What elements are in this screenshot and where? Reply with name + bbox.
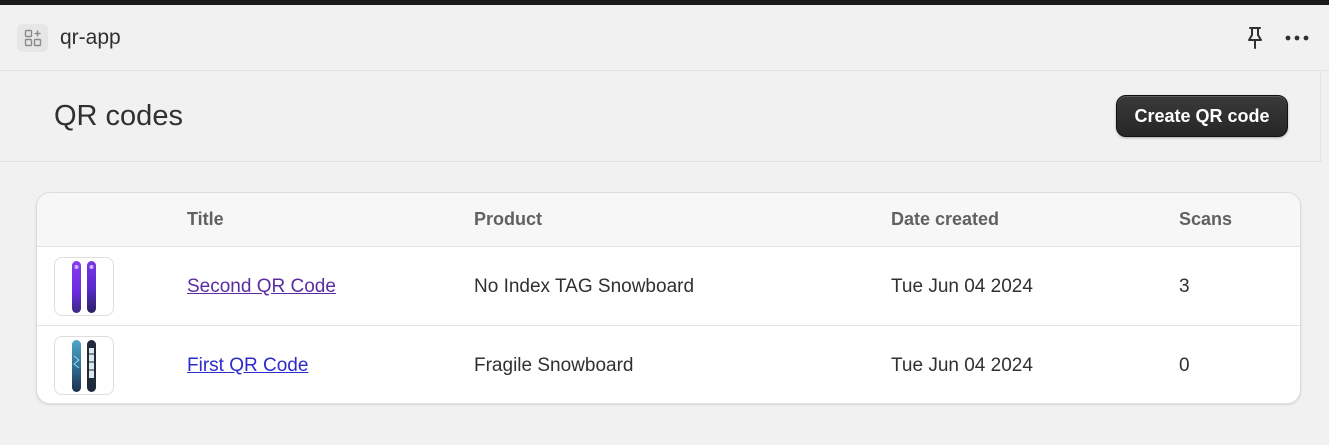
- snowboard-blue-thumbnail: [54, 336, 114, 395]
- more-horizontal-icon[interactable]: [1284, 26, 1310, 50]
- scan-count: 0: [1179, 355, 1190, 376]
- app-grid-icon[interactable]: [17, 24, 48, 52]
- qr-code-title-link[interactable]: First QR Code: [187, 354, 308, 378]
- date-created: Tue Jun 04 2024: [891, 276, 1033, 297]
- create-qr-code-button[interactable]: Create QR code: [1116, 95, 1288, 137]
- table-header: Title Product Date created Scans: [37, 193, 1300, 247]
- table-row[interactable]: Second QR Code No Index TAG Snowboard Tu…: [37, 247, 1300, 326]
- page-title: QR codes: [54, 100, 183, 132]
- table-row[interactable]: First QR Code Fragile Snowboard Tue Jun …: [37, 326, 1300, 403]
- pin-icon[interactable]: [1243, 26, 1267, 50]
- snowboard-purple-thumbnail: [54, 257, 114, 316]
- scan-count: 3: [1179, 276, 1190, 297]
- page-header: QR codes Create QR code: [0, 71, 1321, 162]
- column-header-product: Product: [474, 209, 543, 229]
- product-name: No Index TAG Snowboard: [474, 276, 695, 297]
- column-header-title: Title: [187, 209, 224, 229]
- app-bar: qr-app: [0, 5, 1329, 71]
- qr-codes-table: Title Product Date created Scans Second …: [36, 192, 1301, 404]
- date-created: Tue Jun 04 2024: [891, 355, 1033, 376]
- app-name: qr-app: [60, 26, 121, 49]
- product-name: Fragile Snowboard: [474, 355, 634, 376]
- column-header-date-created: Date created: [891, 209, 1000, 229]
- column-header-scans: Scans: [1179, 209, 1233, 229]
- qr-code-title-link[interactable]: Second QR Code: [187, 275, 336, 299]
